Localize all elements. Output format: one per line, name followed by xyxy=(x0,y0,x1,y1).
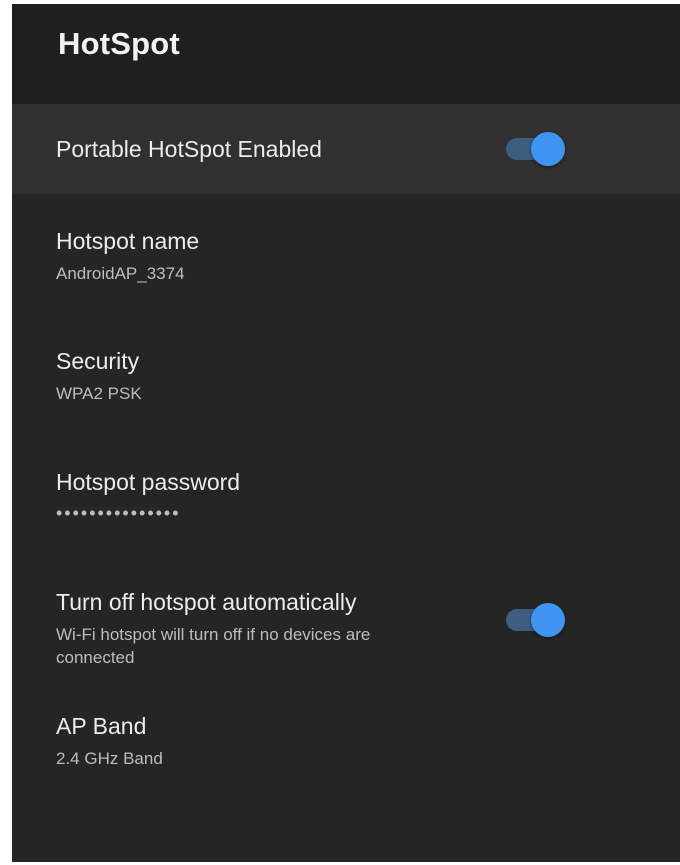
setting-hotspot-password[interactable]: Hotspot password ••••••••••••••• xyxy=(12,435,680,555)
setting-title: Portable HotSpot Enabled xyxy=(56,136,322,162)
setting-auto-turn-off[interactable]: Turn off hotspot automatically Wi-Fi hot… xyxy=(12,555,680,697)
setting-value: 2.4 GHz Band xyxy=(56,749,163,768)
portable-hotspot-toggle[interactable] xyxy=(504,131,568,167)
setting-portable-hotspot[interactable]: Portable HotSpot Enabled xyxy=(12,104,680,194)
setting-description: Wi-Fi hotspot will turn off if no device… xyxy=(56,625,371,667)
setting-security[interactable]: Security WPA2 PSK xyxy=(12,314,680,435)
setting-hotspot-name[interactable]: Hotspot name AndroidAP_3374 xyxy=(12,194,680,314)
setting-value: AndroidAP_3374 xyxy=(56,264,185,283)
toggle-thumb xyxy=(531,132,565,166)
hotspot-settings-panel: HotSpot Portable HotSpot Enabled Hotspot… xyxy=(12,4,680,862)
page-title: HotSpot xyxy=(58,26,180,61)
auto-turn-off-toggle[interactable] xyxy=(504,602,568,638)
header: HotSpot xyxy=(12,4,680,104)
setting-title: Turn off hotspot automatically xyxy=(56,589,357,615)
setting-title: AP Band xyxy=(56,713,147,739)
setting-title: Hotspot password xyxy=(56,469,241,495)
setting-title: Hotspot name xyxy=(56,228,200,254)
setting-ap-band[interactable]: AP Band 2.4 GHz Band xyxy=(12,697,680,817)
password-masked-value: ••••••••••••••• xyxy=(56,503,181,523)
toggle-thumb xyxy=(531,603,565,637)
setting-value: WPA2 PSK xyxy=(56,384,142,403)
setting-title: Security xyxy=(56,348,140,374)
